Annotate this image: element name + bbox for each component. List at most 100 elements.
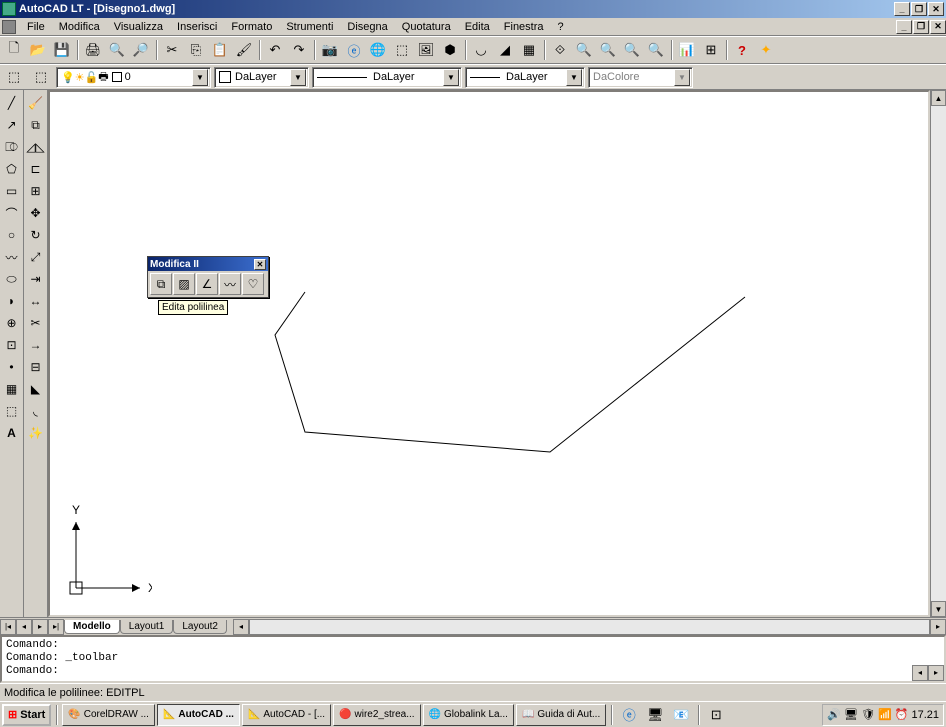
- chamfer-icon[interactable]: ◣: [26, 379, 46, 399]
- tray-icon[interactable]: 🛡: [861, 708, 875, 721]
- task-guida[interactable]: 📖Guida di Aut...: [516, 704, 606, 726]
- undo-icon[interactable]: ↶: [264, 39, 286, 61]
- tab-nav-last-icon[interactable]: ▸|: [48, 619, 64, 635]
- browser-icon[interactable]: ⓔ: [343, 39, 365, 61]
- draworder-icon[interactable]: ⧉: [150, 273, 172, 295]
- quick-outlook-icon[interactable]: 📧: [670, 704, 692, 726]
- ellipse-icon[interactable]: ⬭: [2, 269, 22, 289]
- break-icon[interactable]: ⊟: [26, 357, 46, 377]
- menu-finestra[interactable]: Finestra: [497, 19, 551, 35]
- move-icon[interactable]: ✥: [26, 203, 46, 223]
- find-icon[interactable]: 🔎: [130, 39, 152, 61]
- lengthen-icon[interactable]: ↔: [26, 291, 46, 311]
- mirror-icon[interactable]: ◿◺: [26, 137, 46, 157]
- clock[interactable]: 17.21: [911, 709, 939, 721]
- chevron-down-icon[interactable]: ▼: [192, 69, 208, 86]
- layer-combo[interactable]: 💡☀🔓🖶 0 ▼: [56, 67, 211, 88]
- help-icon[interactable]: ?: [731, 39, 753, 61]
- copy-icon[interactable]: ⎘: [185, 39, 207, 61]
- ucs-icon[interactable]: ▦: [518, 39, 540, 61]
- modifica2-toolbar[interactable]: Modifica II ✕ ⧉ ▨ ∠ 〰 ♡: [147, 256, 269, 298]
- tab-model[interactable]: Modello: [64, 620, 120, 634]
- menu-formato[interactable]: Formato: [224, 19, 279, 35]
- menu-help[interactable]: ?: [551, 19, 571, 35]
- menu-quotatura[interactable]: Quotatura: [395, 19, 458, 35]
- system-tray[interactable]: 🔊 🖥 🛡 📶 ⏰ 17.21: [822, 704, 944, 726]
- minimize-button[interactable]: _: [894, 2, 910, 16]
- scale-icon[interactable]: ⤢: [26, 247, 46, 267]
- make-block-icon[interactable]: ⊡: [2, 335, 22, 355]
- snap-from-icon[interactable]: ◢: [494, 39, 516, 61]
- task-autocad2[interactable]: 📐AutoCAD - [...: [242, 704, 331, 726]
- match-properties-icon[interactable]: 🖌: [233, 39, 255, 61]
- redo-icon[interactable]: ↷: [288, 39, 310, 61]
- temp-track-icon[interactable]: ◡: [470, 39, 492, 61]
- design-center-icon[interactable]: ⊞: [700, 39, 722, 61]
- today-icon[interactable]: 📷: [319, 39, 341, 61]
- properties-icon[interactable]: 📊: [676, 39, 698, 61]
- circle-icon[interactable]: ○: [2, 225, 22, 245]
- explode-icon[interactable]: ✨: [26, 423, 46, 443]
- tab-layout1[interactable]: Layout1: [120, 620, 174, 634]
- active-assist-icon[interactable]: ✦: [755, 39, 777, 61]
- fillet-icon[interactable]: ◟: [26, 401, 46, 421]
- chevron-down-icon[interactable]: ▼: [566, 69, 582, 86]
- region-icon[interactable]: ⬚: [2, 401, 22, 421]
- scroll-right-icon[interactable]: ▸: [930, 619, 946, 635]
- chevron-down-icon[interactable]: ▼: [290, 69, 306, 86]
- arc-icon[interactable]: ⌒: [2, 203, 22, 223]
- menu-edita[interactable]: Edita: [458, 19, 497, 35]
- tab-nav-first-icon[interactable]: |◂: [0, 619, 16, 635]
- cut-icon[interactable]: ✂: [161, 39, 183, 61]
- rotate-icon[interactable]: ↻: [26, 225, 46, 245]
- scroll-left-icon[interactable]: ◂: [233, 619, 249, 635]
- mdi-close-button[interactable]: ✕: [930, 20, 946, 34]
- task-wire2[interactable]: 🔴wire2_strea...: [333, 704, 420, 726]
- tray-icon[interactable]: 🖥: [844, 708, 858, 721]
- tray-icon[interactable]: 🔊: [827, 708, 841, 721]
- start-button[interactable]: ⊞Start: [2, 704, 51, 726]
- zoom-previous-icon[interactable]: 🔍: [621, 39, 643, 61]
- close-button[interactable]: ✕: [928, 2, 944, 16]
- edit-hatch-icon[interactable]: ▨: [173, 273, 195, 295]
- insert-block-icon[interactable]: ⊕: [2, 313, 22, 333]
- insert-hyperlink-icon[interactable]: 🌐: [367, 39, 389, 61]
- spline-icon[interactable]: 〰: [2, 247, 22, 267]
- command-window[interactable]: Comando: Comando: _toolbar Comando: ◂ ▸: [0, 635, 946, 683]
- quick-app-icon[interactable]: ⊡: [705, 704, 727, 726]
- task-globalink[interactable]: 🌐Globalink La...: [423, 704, 514, 726]
- layer-manager-icon[interactable]: ⬚: [30, 66, 52, 88]
- menu-modifica[interactable]: Modifica: [52, 19, 107, 35]
- lineweight-combo[interactable]: DaLayer ▼: [465, 67, 585, 88]
- drawing-canvas[interactable]: X Y Modifica II ✕ ⧉ ▨ ∠ 〰 ♡ Edita polili…: [48, 90, 930, 617]
- cmd-scroll-right-icon[interactable]: ▸: [928, 665, 944, 681]
- dist-icon[interactable]: ⟐: [549, 39, 571, 61]
- vertical-scrollbar[interactable]: ▲ ▼: [930, 90, 946, 617]
- zoom-window-icon[interactable]: 🔍: [597, 39, 619, 61]
- save-icon[interactable]: 💾: [51, 39, 73, 61]
- line-icon[interactable]: ╱: [2, 93, 22, 113]
- copy-object-icon[interactable]: ⧉: [26, 115, 46, 135]
- menu-strumenti[interactable]: Strumenti: [279, 19, 340, 35]
- open-icon[interactable]: 📂: [27, 39, 49, 61]
- float-close-button[interactable]: ✕: [254, 259, 266, 270]
- stretch-icon[interactable]: ⇥: [26, 269, 46, 289]
- menu-visualizza[interactable]: Visualizza: [107, 19, 170, 35]
- construction-line-icon[interactable]: ↗: [2, 115, 22, 135]
- pan-realtime-icon[interactable]: 🔍: [645, 39, 667, 61]
- tab-nav-next-icon[interactable]: ▸: [32, 619, 48, 635]
- edit-polyline-icon[interactable]: ∠: [196, 273, 218, 295]
- mdi-minimize-button[interactable]: _: [896, 20, 912, 34]
- edit-spline-icon[interactable]: 〰: [219, 273, 241, 295]
- point-icon[interactable]: •: [2, 357, 22, 377]
- trim-icon[interactable]: ✂: [26, 313, 46, 333]
- ellipse-arc-icon[interactable]: ◗: [2, 291, 22, 311]
- tab-nav-prev-icon[interactable]: ◂: [16, 619, 32, 635]
- menu-disegna[interactable]: Disegna: [340, 19, 394, 35]
- polyline-geometry[interactable]: [275, 292, 745, 452]
- edit-attribute-icon[interactable]: ♡: [242, 273, 264, 295]
- print-preview-icon[interactable]: 🔍: [106, 39, 128, 61]
- hatch-icon[interactable]: ▦: [2, 379, 22, 399]
- mdi-restore-button[interactable]: ❐: [913, 20, 929, 34]
- extend-icon[interactable]: →: [26, 335, 46, 355]
